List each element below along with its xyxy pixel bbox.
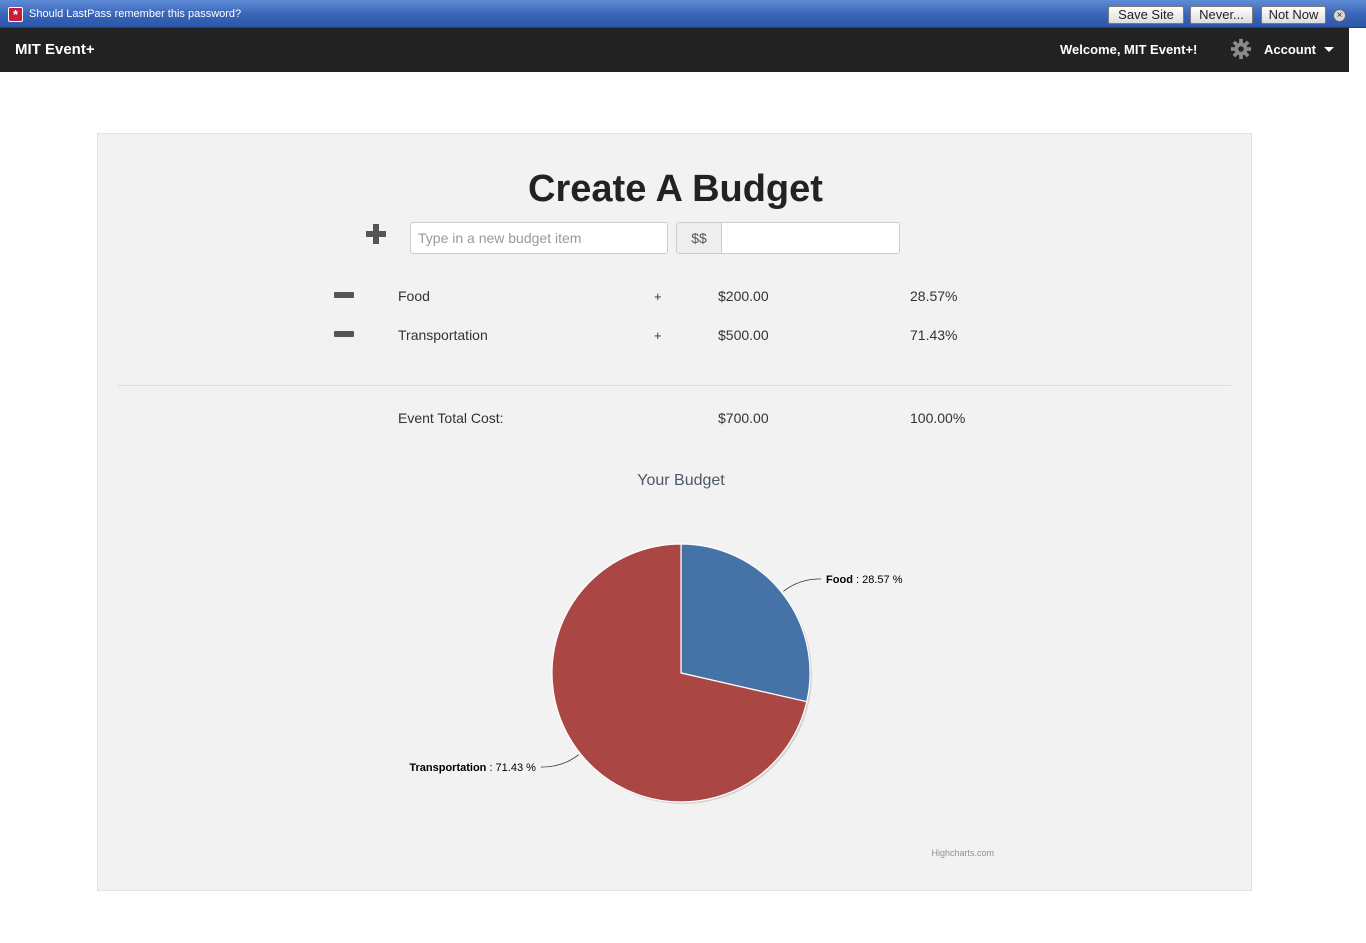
never-button[interactable]: Never... — [1190, 6, 1253, 24]
lastpass-logo-icon: * — [8, 7, 23, 22]
save-site-button[interactable]: Save Site — [1108, 6, 1184, 24]
budget-panel: Create A Budget $$ Food + $200.00 28.57%… — [97, 133, 1252, 891]
pie-label-food: Food : 28.57 % — [826, 574, 903, 586]
pie-label-connector — [540, 754, 579, 768]
pie-label-connector — [783, 578, 822, 592]
not-now-button[interactable]: Not Now — [1261, 6, 1326, 24]
brand-link[interactable]: MIT Event+ — [15, 41, 95, 58]
account-menu[interactable]: Account — [1264, 42, 1316, 57]
lastpass-notification-bar: * Should LastPass remember this password… — [0, 0, 1366, 28]
budget-pie-chart: Your Budget Food : 28.57 % Transportation… — [409, 472, 994, 858]
chevron-down-icon[interactable] — [1324, 47, 1334, 52]
welcome-text: Welcome, MIT Event+! — [1060, 42, 1198, 57]
lastpass-prompt-text: Should LastPass remember this password? — [29, 8, 242, 20]
gear-icon[interactable] — [1230, 38, 1252, 60]
pie-label-transportation: Transportation : 71.43 % — [409, 762, 536, 774]
close-icon[interactable]: × — [1333, 9, 1346, 22]
top-navbar: MIT Event+ Welcome, MIT Event+! Account — [0, 28, 1349, 72]
chart-title: Your Budget — [637, 472, 725, 489]
chart-credits[interactable]: Highcharts.com — [931, 848, 994, 858]
